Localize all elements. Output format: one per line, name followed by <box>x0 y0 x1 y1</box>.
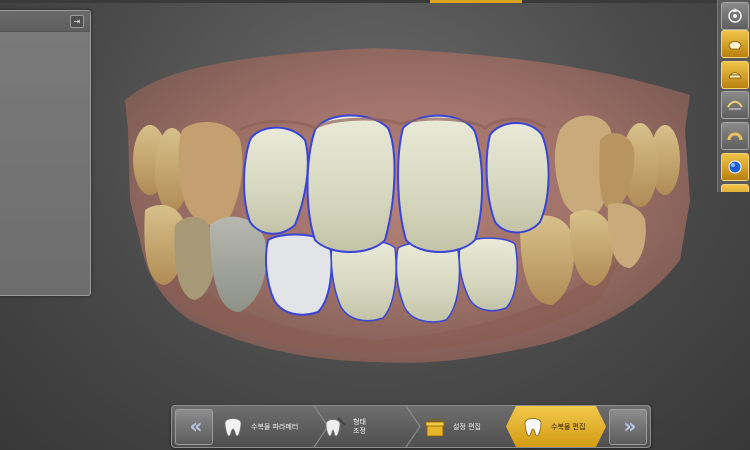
step-label: 형태 조정 <box>353 418 366 436</box>
step-label-line2: 조정 <box>353 426 366 435</box>
color-sphere-icon <box>728 160 742 174</box>
crown-tool[interactable] <box>721 30 749 58</box>
partial-tool[interactable] <box>721 184 749 192</box>
pin-icon[interactable]: ⇥ <box>70 15 84 28</box>
arch-icon <box>727 132 743 141</box>
view-orientation-tool[interactable] <box>721 2 749 30</box>
step-label: 설정 편집 <box>453 422 481 431</box>
crown-icon <box>728 41 742 50</box>
step-shape-adjust[interactable]: 형태 조정 <box>322 406 412 447</box>
step-label-line1: 형태 <box>353 417 366 426</box>
view-orientation-icon <box>728 8 742 23</box>
next-step-button[interactable]: » <box>609 409 647 445</box>
tooth-icon <box>220 414 246 440</box>
step-label: 수복물 편집 <box>551 422 586 431</box>
crown-contour-tool[interactable] <box>721 61 749 89</box>
arch-tool[interactable] <box>721 122 749 150</box>
tooth-edit-icon <box>520 414 546 440</box>
dental-scan-viewport[interactable] <box>0 0 750 450</box>
step-settings-edit[interactable]: 설정 편집 <box>422 406 502 447</box>
upper-crown <box>243 126 309 235</box>
tooth-tool-icon <box>322 414 348 440</box>
step-restoration-parameters[interactable]: 수복물 파라메터 <box>220 406 320 447</box>
gift-box-icon <box>422 414 448 440</box>
margin-tool[interactable] <box>721 91 749 119</box>
crown-contour-icon <box>728 72 742 79</box>
step-restoration-edit[interactable]: 수복물 편집 <box>506 406 606 447</box>
margin-icon <box>727 100 743 110</box>
color-tool[interactable] <box>721 153 749 181</box>
right-toolbar <box>717 0 750 192</box>
left-side-panel: ⇥ <box>0 10 91 296</box>
lower-crown <box>265 233 333 316</box>
workflow-bar: « 수복물 파라메터 형태 조정 설정 편집 수복물 편집 » <box>171 405 651 448</box>
panel-header: ⇥ <box>0 11 90 32</box>
previous-step-button[interactable]: « <box>175 409 213 445</box>
step-separator <box>405 406 421 447</box>
step-label: 수복물 파라메터 <box>251 422 299 431</box>
